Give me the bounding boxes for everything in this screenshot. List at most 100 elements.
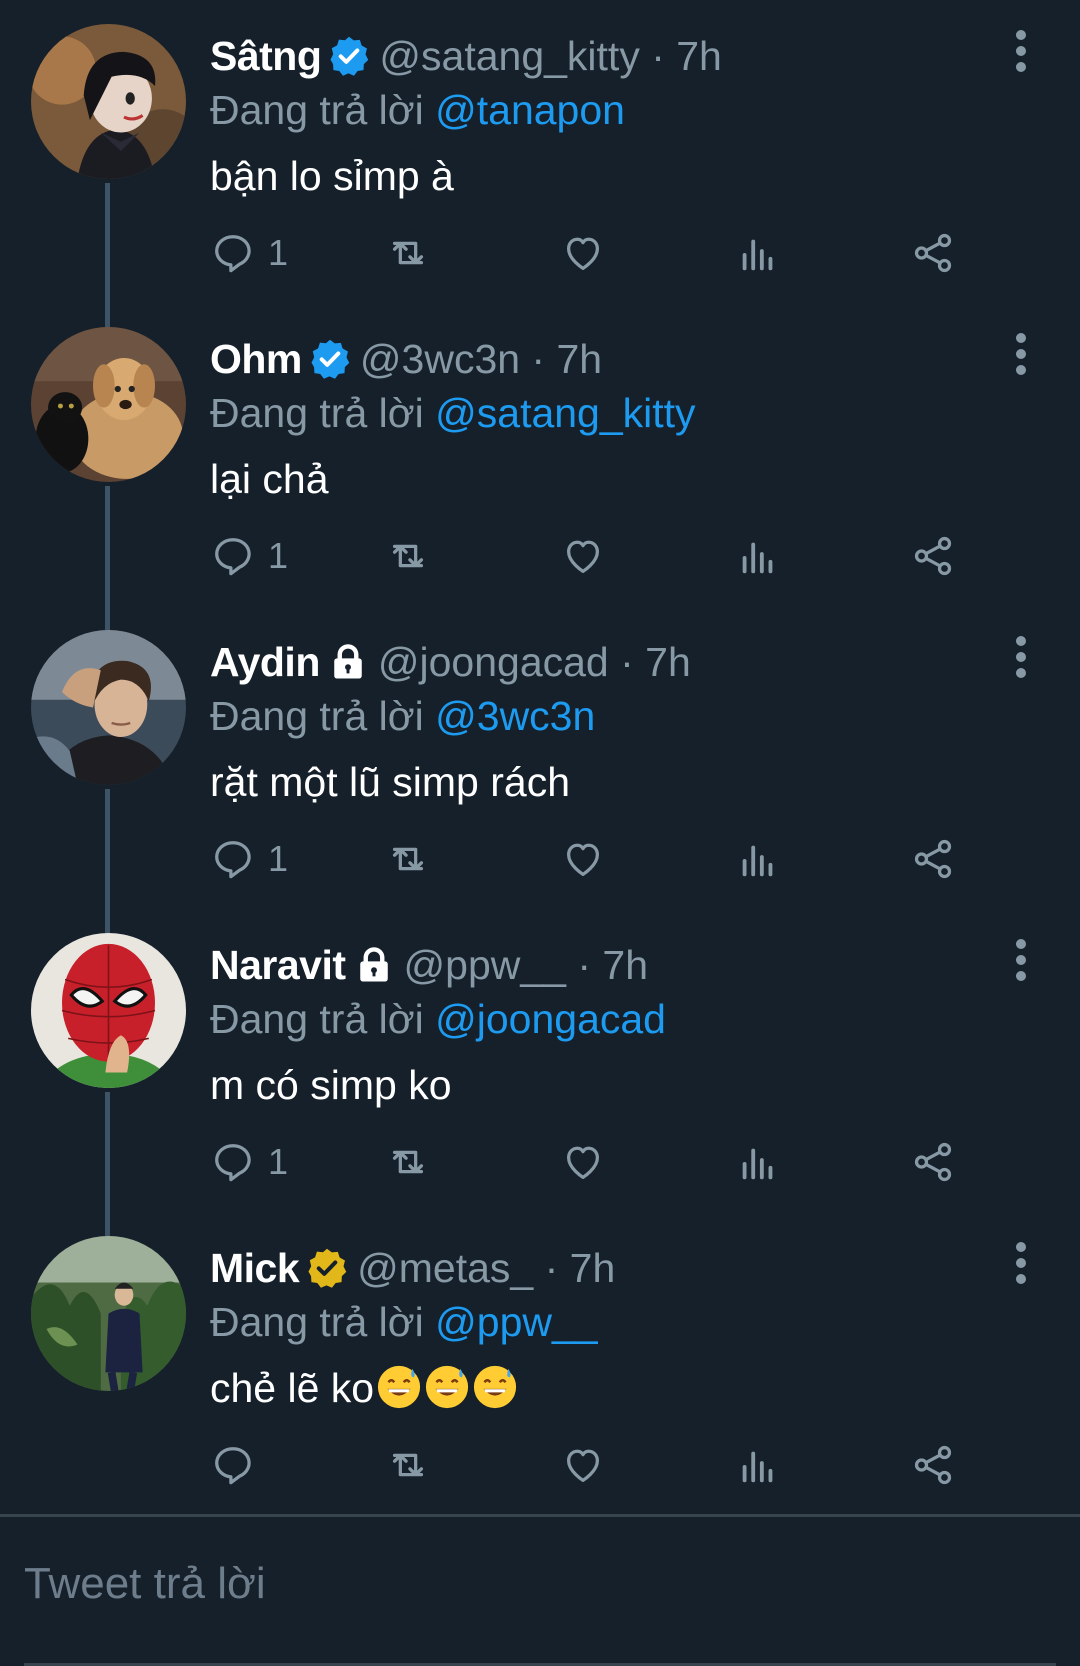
display-name[interactable]: Naravit bbox=[210, 942, 346, 989]
heart-icon bbox=[566, 1449, 600, 1482]
heart-icon bbox=[566, 540, 600, 573]
mention-link[interactable]: @joongacad bbox=[435, 996, 666, 1042]
tweet[interactable]: Ohm @3wc3n · 7h Đang trả lời @satang_kit… bbox=[0, 303, 1080, 631]
more-options-icon[interactable] bbox=[1016, 30, 1028, 72]
share-button[interactable] bbox=[910, 228, 956, 278]
reply-icon bbox=[215, 841, 251, 879]
analytics-icon bbox=[742, 1451, 773, 1483]
more-options-icon[interactable] bbox=[1016, 636, 1028, 678]
avatar[interactable] bbox=[31, 630, 186, 785]
cartoon-girl-avatar bbox=[31, 24, 186, 179]
avatar[interactable] bbox=[31, 933, 186, 1088]
retweet-button[interactable] bbox=[385, 1440, 431, 1490]
retweet-button[interactable] bbox=[385, 834, 431, 884]
share-button[interactable] bbox=[910, 1137, 956, 1187]
replying-to: Đang trả lời @ppw__ bbox=[210, 1296, 1040, 1348]
reply-button[interactable]: 1 bbox=[210, 228, 288, 278]
boy-portrait-avatar bbox=[31, 630, 186, 785]
display-name[interactable]: Sâtng bbox=[210, 33, 322, 80]
action-bar: 1 bbox=[210, 1137, 1010, 1187]
more-options-icon[interactable] bbox=[1016, 333, 1028, 375]
more-options-icon[interactable] bbox=[1016, 1242, 1028, 1284]
reply-thread: Sâtng @satang_kitty · 7h Đang trả lời @t… bbox=[0, 0, 1080, 1515]
like-button[interactable] bbox=[560, 228, 606, 278]
display-name[interactable]: Aydin bbox=[210, 639, 320, 686]
forest-portrait-avatar bbox=[31, 1236, 186, 1391]
heart-icon bbox=[566, 237, 600, 270]
retweet-button[interactable] bbox=[385, 228, 431, 278]
tweet[interactable]: Naravit @ppw__ · 7h Đang trả lời @joonga… bbox=[0, 909, 1080, 1237]
analytics-button[interactable] bbox=[735, 1137, 781, 1187]
more-options-icon[interactable] bbox=[1016, 939, 1028, 981]
display-name[interactable]: Mick bbox=[210, 1245, 300, 1292]
like-button[interactable] bbox=[560, 1137, 606, 1187]
verified-badge-icon bbox=[308, 337, 352, 381]
avatar[interactable] bbox=[31, 1236, 186, 1391]
mention-link[interactable]: @ppw__ bbox=[435, 1299, 597, 1345]
mention-link[interactable]: @tanapon bbox=[435, 87, 625, 133]
tweet[interactable]: Aydin @joongacad · 7h Đang trả lời @3wc3… bbox=[0, 606, 1080, 934]
like-button[interactable] bbox=[560, 1440, 606, 1490]
retweet-button[interactable] bbox=[385, 1137, 431, 1187]
reply-button[interactable]: 1 bbox=[210, 531, 288, 581]
replying-to-label: Đang trả lời bbox=[210, 390, 436, 436]
tweet-text: chẻ lẽ ko bbox=[210, 1360, 1040, 1416]
grinning-sweat-emoji-icon bbox=[426, 1365, 469, 1409]
retweet-button[interactable] bbox=[385, 531, 431, 581]
retweet-icon bbox=[392, 847, 424, 871]
reply-icon bbox=[215, 538, 251, 576]
analytics-icon bbox=[742, 1148, 773, 1180]
share-icon bbox=[914, 1445, 952, 1485]
lock-icon bbox=[326, 640, 370, 684]
retweet-icon bbox=[392, 1453, 424, 1477]
avatar[interactable] bbox=[31, 24, 186, 179]
lock-icon bbox=[352, 943, 396, 987]
handle-and-time[interactable]: @3wc3n · 7h bbox=[360, 336, 602, 383]
analytics-button[interactable] bbox=[735, 1440, 781, 1490]
tweet-text-content: chẻ lẽ ko bbox=[210, 1365, 375, 1411]
tweet[interactable]: Sâtng @satang_kitty · 7h Đang trả lời @t… bbox=[0, 0, 1080, 328]
reply-button[interactable]: 1 bbox=[210, 1137, 288, 1187]
action-bar bbox=[210, 1440, 1010, 1490]
reply-input[interactable]: Tweet trả lời bbox=[24, 1559, 266, 1609]
handle-and-time[interactable]: @metas_ · 7h bbox=[357, 1245, 615, 1292]
analytics-icon bbox=[742, 542, 773, 574]
retweet-icon bbox=[392, 241, 424, 265]
replying-to: Đang trả lời @joongacad bbox=[210, 993, 1040, 1045]
analytics-button[interactable] bbox=[735, 834, 781, 884]
reply-count: 1 bbox=[268, 838, 289, 879]
reply-count: 1 bbox=[268, 535, 289, 576]
share-button[interactable] bbox=[910, 1440, 956, 1490]
replying-to-label: Đang trả lời bbox=[210, 1299, 436, 1345]
reply-icon bbox=[215, 1144, 251, 1182]
display-name[interactable]: Ohm bbox=[210, 336, 302, 383]
heart-icon bbox=[566, 1146, 600, 1179]
mention-link[interactable]: @satang_kitty bbox=[435, 390, 695, 436]
verified-gold-badge-icon bbox=[305, 1246, 349, 1290]
reply-icon bbox=[215, 1447, 251, 1485]
reply-button[interactable]: 1 bbox=[210, 834, 288, 884]
share-icon bbox=[914, 839, 952, 879]
handle-and-time[interactable]: @joongacad · 7h bbox=[378, 639, 691, 686]
like-button[interactable] bbox=[560, 531, 606, 581]
handle-and-time[interactable]: @satang_kitty · 7h bbox=[379, 33, 721, 80]
tweet[interactable]: Mick @metas_ · 7h Đang trả lời @ppw__ ch… bbox=[0, 1212, 1080, 1515]
analytics-button[interactable] bbox=[735, 531, 781, 581]
reply-button[interactable] bbox=[210, 1440, 268, 1490]
retweet-icon bbox=[392, 1150, 424, 1174]
verified-badge-icon bbox=[327, 34, 371, 78]
like-button[interactable] bbox=[560, 834, 606, 884]
retweet-icon bbox=[392, 544, 424, 568]
analytics-button[interactable] bbox=[735, 228, 781, 278]
tweet-text: bận lo sỉmp à bbox=[210, 153, 454, 199]
avatar[interactable] bbox=[31, 327, 186, 482]
share-button[interactable] bbox=[910, 531, 956, 581]
share-icon bbox=[914, 536, 952, 576]
handle-and-time[interactable]: @ppw__ · 7h bbox=[404, 942, 648, 989]
share-button[interactable] bbox=[910, 834, 956, 884]
action-bar: 1 bbox=[210, 228, 1010, 278]
mention-link[interactable]: @3wc3n bbox=[435, 693, 595, 739]
reply-count: 1 bbox=[268, 232, 289, 273]
analytics-icon bbox=[742, 239, 773, 271]
replying-to: Đang trả lời @satang_kitty bbox=[210, 387, 1040, 439]
